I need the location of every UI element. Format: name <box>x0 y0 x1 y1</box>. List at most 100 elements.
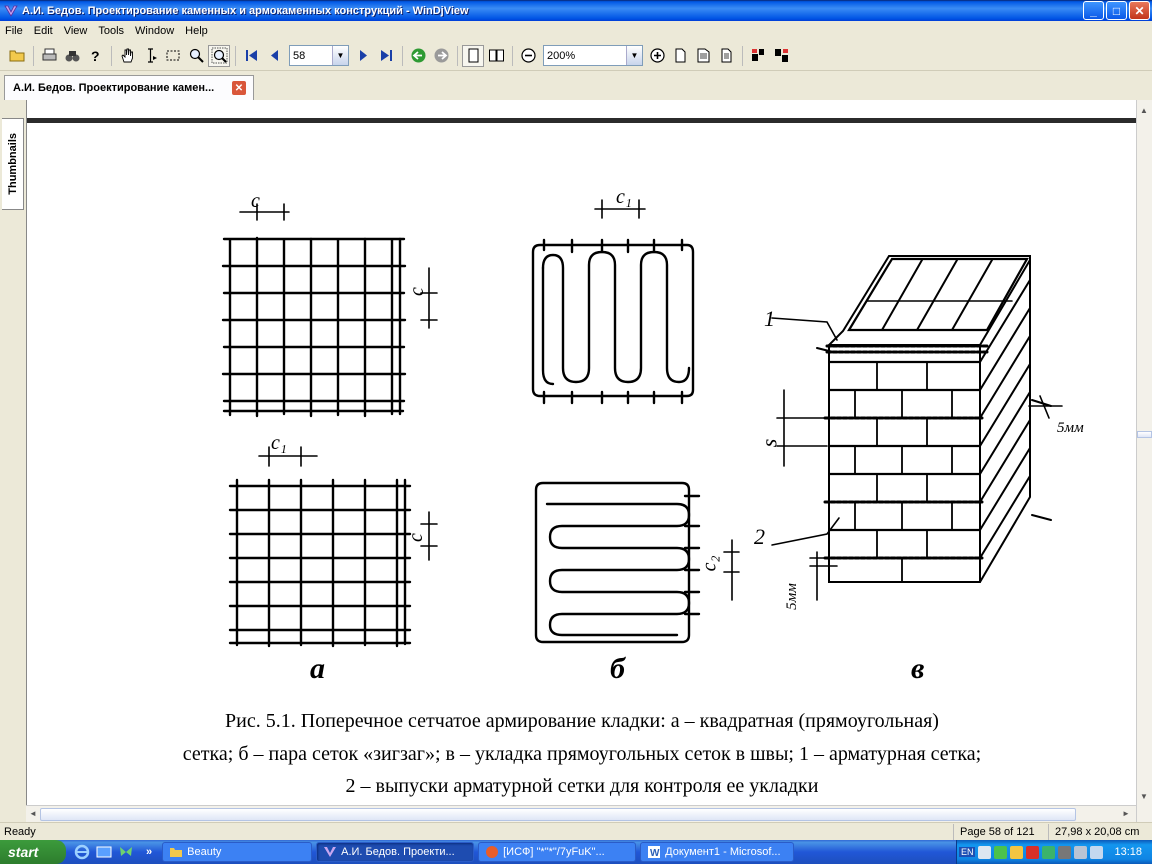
task-beauty[interactable]: Beauty <box>162 842 313 862</box>
first-page-icon <box>245 50 257 61</box>
scroll-down-icon[interactable]: ▼ <box>1140 792 1148 801</box>
dim-5mm-bottom: 5мм <box>783 583 800 610</box>
menu-file[interactable]: File <box>0 25 29 37</box>
hand-tool-button[interactable] <box>116 45 138 67</box>
task-word[interactable]: W Документ1 - Microsof... <box>640 842 795 862</box>
volume-icon[interactable] <box>1010 845 1024 859</box>
antivirus-icon[interactable] <box>1058 845 1072 859</box>
clock[interactable]: 13:18 <box>1114 846 1142 858</box>
zoom-out-button[interactable] <box>517 45 539 67</box>
open-button[interactable] <box>6 45 28 67</box>
document-tab-label: А.И. Бедов. Проектирование камен... <box>13 82 215 94</box>
zoom-in-button[interactable] <box>646 45 668 67</box>
vertical-scroll-thumb[interactable] <box>1137 431 1152 438</box>
square-mesh-a <box>221 236 407 418</box>
rotate-left-button[interactable] <box>747 45 769 67</box>
toolbar-separator <box>111 45 112 66</box>
maximize-button[interactable]: □ <box>1106 1 1127 20</box>
page-number-value[interactable]: 58 <box>290 50 332 62</box>
internet-explorer-icon[interactable] <box>74 844 90 860</box>
rotate-right-button[interactable] <box>770 45 792 67</box>
fit-page-icon <box>675 48 685 63</box>
dotted-rectangle-icon <box>166 50 179 61</box>
flag-icon[interactable] <box>1090 845 1104 859</box>
fit-page-button[interactable] <box>669 45 691 67</box>
minimize-button[interactable]: _ <box>1083 1 1104 20</box>
thumbnails-label: Thumbnails <box>6 133 19 195</box>
rotate-left-icon <box>751 49 764 61</box>
first-page-button[interactable] <box>240 45 262 67</box>
zoom-rectangle-icon <box>211 47 227 64</box>
zoom-combo[interactable]: 200% ▼ <box>543 45 643 66</box>
find-button[interactable] <box>61 45 83 67</box>
rotate-right-icon <box>774 49 788 62</box>
svg-text:W: W <box>650 848 660 859</box>
windjview-app-icon <box>4 5 18 17</box>
start-button[interactable]: start <box>0 840 66 864</box>
dim-5mm-side: 5мм <box>1057 420 1084 436</box>
dim-c-top: c <box>251 190 260 212</box>
page-number-combo[interactable]: 58 ▼ <box>289 45 349 66</box>
security-shield-icon[interactable] <box>994 845 1008 859</box>
forward-button[interactable] <box>430 45 452 67</box>
show-desktop-icon[interactable] <box>96 844 112 860</box>
update-icon[interactable] <box>1042 845 1056 859</box>
scroll-left-icon[interactable]: ◄ <box>29 809 37 818</box>
menu-edit[interactable]: Edit <box>29 25 59 37</box>
task-browser[interactable]: [ИСФ] "*"*"/7yFuK"... <box>478 842 637 862</box>
document-view[interactable]: c c c₁ c c₁ c₂ 1 2 s 5мм 5мм а б в Рис. … <box>26 100 1136 805</box>
print-button[interactable] <box>38 45 60 67</box>
menu-view[interactable]: View <box>59 25 94 37</box>
quicklaunch-more-icon[interactable]: » <box>146 846 152 858</box>
zoom-tool-button[interactable] <box>185 45 207 67</box>
rectangular-mesh <box>228 478 412 648</box>
network-icon[interactable] <box>978 845 992 859</box>
zigzag-mesh-vertical <box>531 238 695 405</box>
next-page-button[interactable] <box>352 45 374 67</box>
thumbnails-panel-tab[interactable]: Thumbnails <box>2 118 24 210</box>
next-page-icon <box>359 50 367 61</box>
text-select-button[interactable] <box>139 45 161 67</box>
caption-line-1: Рис. 5.1. Поперечное сетчатое армировани… <box>225 710 939 732</box>
document-tab[interactable]: А.И. Бедов. Проектирование камен... ✕ <box>4 75 254 100</box>
previous-page-button[interactable] <box>263 45 285 67</box>
help-button[interactable]: ? <box>84 45 106 67</box>
single-page-layout-button[interactable] <box>462 44 484 67</box>
caption-line-2: сетка; б – пара сеток «зигзаг»; в – укла… <box>182 743 982 765</box>
status-text: Ready <box>4 825 36 838</box>
menu-window[interactable]: Window <box>130 25 180 37</box>
start-label: start <box>8 844 39 860</box>
butterfly-icon[interactable] <box>118 844 134 860</box>
gray-forward-arrow-icon <box>434 48 448 63</box>
chevron-down-icon[interactable]: ▼ <box>332 46 348 65</box>
rect-select-button[interactable] <box>162 45 184 67</box>
zoom-rect-button[interactable] <box>208 44 230 67</box>
ati-icon[interactable] <box>1026 845 1040 859</box>
folder-open-icon <box>9 50 24 62</box>
close-button[interactable]: ✕ <box>1129 1 1150 20</box>
task-windjview[interactable]: А.И. Бедов. Проекти... <box>316 842 475 862</box>
language-indicator[interactable]: EN <box>958 847 976 857</box>
toolbar-separator <box>235 45 236 66</box>
dim-c-right: c <box>405 287 428 296</box>
usb-icon[interactable] <box>1074 845 1088 859</box>
vertical-scrollbar[interactable]: ▲ ▼ <box>1136 100 1152 822</box>
last-page-button[interactable] <box>375 45 397 67</box>
horizontal-scrollbar[interactable]: ◄ ► <box>26 805 1136 822</box>
facing-pages-layout-button[interactable] <box>485 45 507 67</box>
zoom-value[interactable]: 200% <box>544 50 626 62</box>
menu-help[interactable]: Help <box>180 25 214 37</box>
back-button[interactable] <box>407 45 429 67</box>
fit-width-button[interactable] <box>692 45 714 67</box>
chevron-down-icon[interactable]: ▼ <box>626 46 642 65</box>
scroll-right-icon[interactable]: ► <box>1122 809 1130 818</box>
menu-tools[interactable]: Tools <box>93 25 130 37</box>
toolbar-separator <box>402 45 403 66</box>
horizontal-scroll-thumb[interactable] <box>40 808 1076 821</box>
actual-size-button[interactable] <box>715 45 737 67</box>
close-tab-icon[interactable]: ✕ <box>232 81 246 95</box>
toolbar-separator <box>33 45 34 66</box>
scroll-up-icon[interactable]: ▲ <box>1140 106 1148 115</box>
masonry-pillar <box>771 255 1063 601</box>
title-bar[interactable]: А.И. Бедов. Проектирование каменных и ар… <box>0 0 1152 21</box>
